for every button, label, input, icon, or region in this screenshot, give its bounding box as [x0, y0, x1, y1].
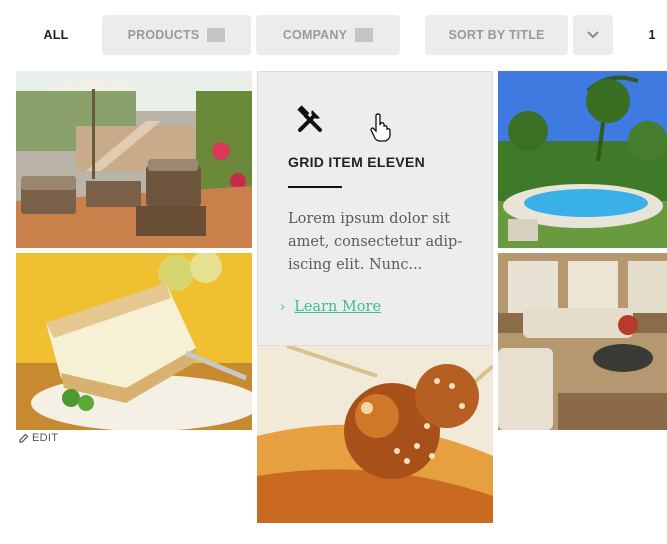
filter-company-swatch [355, 28, 374, 42]
card-description: Lorem ipsum dolor sit amet, consectetur … [288, 211, 463, 273]
chevron-down-icon [587, 31, 599, 39]
filter-toolbar: ALL PRODUCTS COMPANY SORT BY TITLE 1 [0, 0, 667, 70]
tools-icon [297, 105, 322, 132]
living-room-image[interactable] [498, 253, 667, 430]
filter-company-label: COMPANY [282, 28, 348, 42]
card-title: GRID ITEM ELEVEN [288, 154, 426, 170]
title-divider [288, 186, 342, 188]
grid-item-card: GRID ITEM ELEVEN Lorem ipsum dolor sit a… [257, 71, 493, 346]
sort-label: SORT BY TITLE [448, 28, 545, 42]
cake-illustration [16, 253, 252, 430]
edit-link[interactable]: EDIT [18, 432, 58, 444]
sort-dropdown-button[interactable] [573, 15, 613, 55]
filter-all-label: ALL [43, 28, 69, 42]
learn-more-label: Learn More [294, 299, 382, 315]
filter-all-button[interactable]: ALL [30, 15, 82, 55]
filter-products-swatch [207, 28, 226, 42]
living-room-illustration [498, 253, 667, 430]
candy-apple-image[interactable] [257, 346, 493, 523]
filter-company-button[interactable]: COMPANY [256, 15, 400, 55]
page-number-label: 1 [648, 28, 656, 42]
learn-more-link[interactable]: › Learn More [280, 299, 381, 315]
candy-apple-illustration [257, 346, 493, 523]
page-number[interactable]: 1 [641, 15, 663, 55]
pencil-icon [19, 433, 29, 443]
sort-button[interactable]: SORT BY TITLE [425, 15, 568, 55]
pool-image[interactable] [498, 71, 667, 248]
edit-label: EDIT [32, 432, 59, 444]
cake-image[interactable] [16, 253, 252, 430]
patio-illustration [16, 71, 252, 248]
filter-products-button[interactable]: PRODUCTS [102, 15, 251, 55]
hand-cursor-icon [370, 113, 391, 142]
chevron-right-icon: › [280, 299, 286, 315]
patio-image[interactable] [16, 71, 252, 248]
pool-illustration [498, 71, 667, 248]
filter-products-label: PRODUCTS [127, 28, 200, 42]
